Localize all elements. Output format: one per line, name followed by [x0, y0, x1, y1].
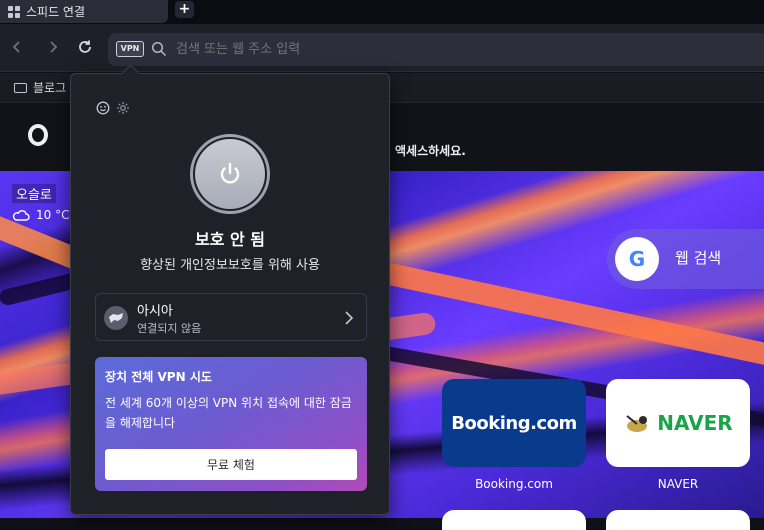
location-status: 연결되지 않음	[137, 322, 202, 335]
speed-dial-tile[interactable]	[606, 510, 750, 530]
new-tab-button[interactable]: +	[175, 1, 194, 18]
gear-icon[interactable]	[116, 100, 130, 119]
tab-speed-dial[interactable]: 스피드 연결	[0, 0, 168, 23]
vpn-status-subtitle: 향상된 개인정보보호를 위해 사용	[140, 258, 320, 273]
location-name: 아시아	[137, 304, 173, 319]
chevron-left-icon	[12, 41, 20, 53]
vpn-promo-card: 장치 전체 VPN 시도 전 세계 60개 이상의 VPN 위치 접속에 대한 …	[95, 357, 367, 491]
speed-dial-icon	[8, 5, 20, 18]
vpn-status-title: 보호 안 됨	[194, 230, 266, 249]
weather-temperature: 10 °C	[36, 208, 70, 222]
reload-icon	[79, 40, 91, 53]
tab-strip: 스피드 연결 +	[0, 0, 764, 24]
naver-bird-icon	[626, 415, 648, 432]
chevron-right-icon	[344, 310, 354, 325]
power-button[interactable]	[195, 139, 265, 209]
booking-logo: Booking.com	[451, 412, 577, 434]
weather-widget[interactable]: 10 °C	[12, 208, 69, 222]
speed-dial-tile[interactable]	[442, 510, 586, 530]
toolbar: VPN	[0, 24, 764, 72]
tile-label-booking: Booking.com	[475, 477, 553, 491]
naver-logo: NAVER	[657, 411, 733, 435]
weather-city[interactable]: 오슬로	[12, 184, 56, 203]
tile-label-naver: NAVER	[657, 477, 699, 491]
free-trial-button[interactable]: 무료 체험	[105, 449, 357, 480]
vpn-location-selector[interactable]: 아시아 연결되지 않음	[95, 293, 367, 341]
folder-icon	[14, 82, 27, 93]
cloud-icon	[12, 210, 30, 221]
popup-header-icons	[96, 100, 130, 119]
vpn-badge-button[interactable]: VPN	[116, 41, 144, 57]
address-bar[interactable]: VPN	[108, 33, 764, 66]
promo-text: 전 세계 60개 이상의 VPN 위치 접속에 대한 잠금을 해제합니다	[105, 396, 352, 430]
smiley-icon[interactable]	[96, 100, 110, 119]
chevron-right-icon	[50, 41, 58, 53]
promo-title: 장치 전체 VPN 시도	[105, 370, 212, 384]
power-icon	[220, 162, 240, 184]
speed-dial-header-text: 액세스하세요.	[395, 144, 466, 158]
opera-logo-icon	[28, 124, 48, 146]
bookmark-folder[interactable]: 블로그	[14, 79, 66, 96]
vpn-power-toggle[interactable]	[190, 134, 270, 214]
web-search-button[interactable]: G 웹 검색	[607, 229, 764, 289]
reload-button[interactable]	[76, 38, 94, 56]
region-map-icon	[104, 306, 128, 330]
address-input[interactable]	[176, 33, 736, 66]
web-search-label: 웹 검색	[675, 249, 722, 267]
speed-dial-tile-naver[interactable]: NAVER	[606, 379, 750, 467]
back-button[interactable]	[8, 38, 26, 56]
forward-button[interactable]	[44, 38, 62, 56]
bookmark-folder-label: 블로그	[33, 81, 67, 95]
speed-dial-tile-booking[interactable]: Booking.com	[442, 379, 586, 467]
google-icon: G	[615, 237, 659, 281]
search-icon	[151, 41, 167, 57]
tab-title: 스피드 연결	[26, 5, 86, 19]
vpn-popup: 보호 안 됨 향상된 개인정보보호를 위해 사용 아시아 연결되지 않음 장치 …	[70, 73, 390, 515]
